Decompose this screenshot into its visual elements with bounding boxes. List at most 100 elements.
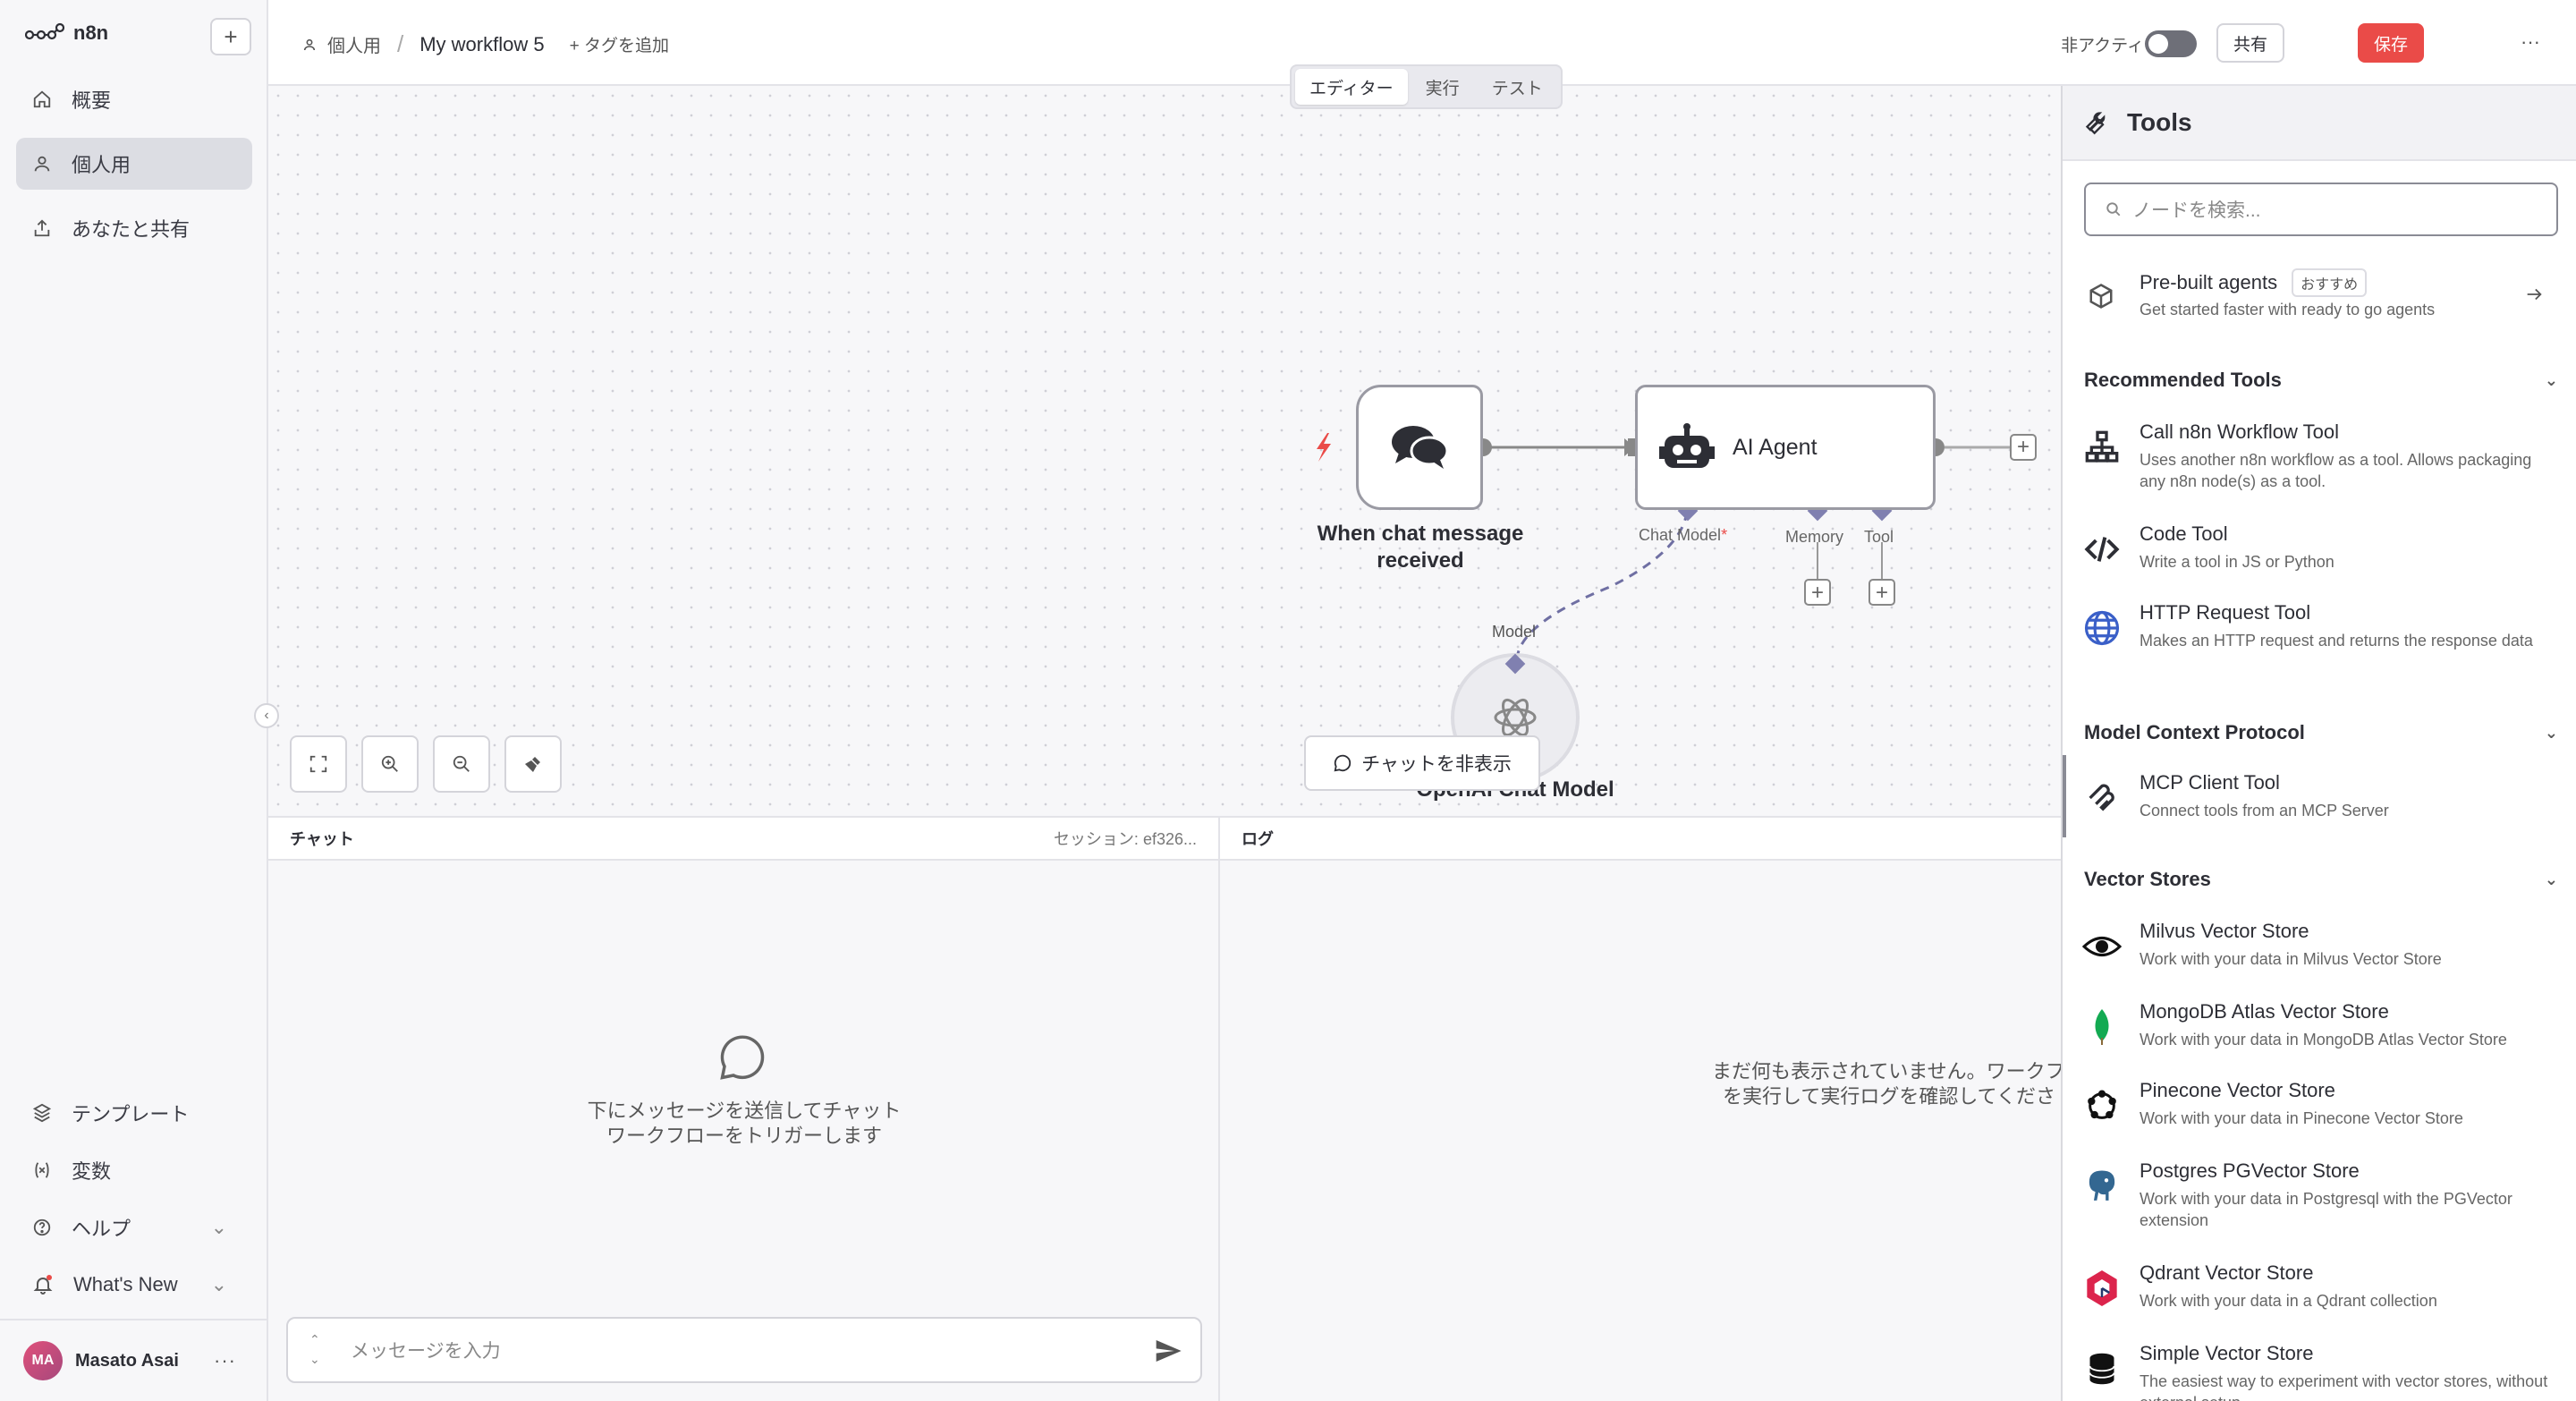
section-mcp[interactable]: Model Context Protocol ⌄ [2084, 721, 2558, 744]
prebuilt-title: Pre-built agents [2140, 271, 2278, 293]
bell-icon [33, 1275, 53, 1295]
tool-item-code[interactable]: Code Tool Write a tool in JS or Python [2063, 522, 2576, 585]
more-options-icon[interactable]: ··· [2521, 30, 2540, 54]
section-vector-stores[interactable]: Vector Stores ⌄ [2084, 868, 2558, 891]
tool-name: Simple Vector Store [2140, 1342, 2314, 1364]
mcp-icon [2080, 777, 2123, 819]
zoom-out-button[interactable] [433, 735, 490, 793]
tool-name: MongoDB Atlas Vector Store [2140, 1000, 2389, 1023]
port-label-memory: Memory [1785, 528, 1844, 546]
tool-item-milvus[interactable]: Milvus Vector Store Work with your data … [2063, 920, 2576, 982]
breadcrumb-project[interactable]: 個人用 [327, 31, 381, 57]
chevron-down-icon: ⌄ [2544, 723, 2558, 742]
tool-item-call-workflow[interactable]: Call n8n Workflow Tool Uses another n8n … [2063, 420, 2576, 492]
zoom-in-button[interactable] [361, 735, 419, 793]
tool-item-http-request[interactable]: HTTP Request Tool Makes an HTTP request … [2063, 601, 2576, 673]
pinecone-icon [2080, 1084, 2123, 1127]
home-icon [33, 90, 51, 108]
user-menu-dots-icon[interactable]: ··· [214, 1349, 236, 1372]
sidebar-item-label: 変数 [72, 1160, 112, 1183]
workflow-canvas[interactable]: + + + When chat message received AI Agen… [268, 86, 2061, 816]
tool-item-mcp-client[interactable]: MCP Client Tool Connect tools from an MC… [2063, 771, 2576, 834]
tool-item-postgres[interactable]: Postgres PGVector Store Work with your d… [2063, 1159, 2576, 1231]
chevron-down-icon: ⌄ [210, 1216, 227, 1238]
chat-empty-line2: ワークフローをトリガーします [606, 1125, 882, 1147]
tool-item-simple-vector[interactable]: Simple Vector Store The easiest way to e… [2063, 1342, 2576, 1401]
arrow-right-icon [2527, 288, 2542, 301]
sidebar-item-variables[interactable]: 変数 [16, 1147, 252, 1193]
app-logo[interactable]: n8n [25, 21, 108, 45]
history-arrows-icon[interactable]: ⌃ ⌄ [309, 1329, 320, 1369]
section-recommended-tools[interactable]: Recommended Tools ⌄ [2084, 369, 2558, 392]
tab-executions[interactable]: 実行 [1411, 69, 1474, 105]
sidebar-item-personal[interactable]: 個人用 [16, 138, 252, 190]
postgres-icon [2080, 1165, 2123, 1208]
node-search-input[interactable]: ノードを検索... [2084, 183, 2558, 236]
tool-name: Milvus Vector Store [2140, 920, 2309, 942]
sidebar-item-label: 個人用 [72, 154, 131, 176]
tool-name: HTTP Request Tool [2140, 601, 2311, 624]
tool-desc: The easiest way to experiment with vecto… [2140, 1372, 2548, 1401]
n8n-logo-icon [25, 22, 64, 40]
prebuilt-desc: Get started faster with ready to go agen… [2140, 301, 2436, 318]
ai-agent-node[interactable]: AI Agent [1635, 385, 1936, 510]
breadcrumb: 個人用 / My workflow 5 + タグを追加 [302, 30, 669, 58]
tool-desc: Work with your data in Milvus Vector Sto… [2140, 950, 2442, 968]
robot-icon [1659, 423, 1715, 468]
svg-text:+: + [2017, 435, 2029, 459]
sidebar-item-templates[interactable]: テンプレート [16, 1090, 252, 1136]
chat-trigger-node[interactable] [1356, 385, 1483, 510]
trigger-node-label: When chat message received [1297, 521, 1544, 574]
trigger-bolt-icon [1317, 433, 1331, 462]
new-workflow-button[interactable]: + [210, 18, 251, 55]
save-button[interactable]: 保存 [2358, 23, 2424, 63]
required-marker: * [1721, 526, 1728, 544]
log-empty-line2: を実行して実行ログを確認してくださ [1723, 1085, 2056, 1108]
port-label-chat-model: Chat Model* [1639, 526, 1727, 545]
prebuilt-title-row: Pre-built agents おすすめ [2140, 268, 2368, 297]
user-icon [303, 38, 316, 50]
add-tag-button[interactable]: + タグを追加 [570, 32, 669, 56]
tool-item-qdrant[interactable]: Qdrant Vector Store Work with your data … [2063, 1261, 2576, 1324]
sidebar-item-overview[interactable]: 概要 [16, 73, 252, 125]
sidebar-item-help[interactable]: ヘルプ ⌄ [16, 1204, 252, 1251]
svg-text:+: + [1876, 581, 1888, 605]
user-menu[interactable]: MA Masato Asai ··· [0, 1319, 268, 1401]
sidebar-item-shared[interactable]: あなたと共有 [16, 202, 252, 254]
search-icon [2106, 202, 2121, 217]
milvus-icon [2080, 925, 2123, 968]
tidy-up-button[interactable] [504, 735, 562, 793]
chat-input-placeholder: メッセージを入力 [351, 1341, 501, 1362]
tab-tests[interactable]: テスト [1478, 69, 1557, 105]
section-title: Recommended Tools [2084, 369, 2282, 391]
chat-empty-text: 下にメッセージを送信してチャット ワークフローをトリガーします [268, 1099, 1220, 1149]
chat-empty-line1: 下にメッセージを送信してチャット [587, 1100, 902, 1122]
tool-item-pinecone[interactable]: Pinecone Vector Store Work with your dat… [2063, 1079, 2576, 1142]
svg-text:+: + [1811, 581, 1824, 605]
chat-message-input[interactable]: ⌃ ⌄ メッセージを入力 [286, 1317, 1202, 1383]
tool-item-mongodb[interactable]: MongoDB Atlas Vector Store Work with you… [2063, 1000, 2576, 1063]
tool-desc: Work with your data in MongoDB Atlas Vec… [2140, 1031, 2507, 1049]
tool-desc: Write a tool in JS or Python [2140, 553, 2334, 571]
tool-desc: Work with your data in Pinecone Vector S… [2140, 1109, 2463, 1127]
tab-editor[interactable]: エディター [1295, 69, 1408, 105]
log-panel-title: ログ [1241, 830, 1274, 848]
sidebar-item-label: ヘルプ [72, 1218, 131, 1240]
active-toggle[interactable] [2145, 30, 2197, 57]
send-icon[interactable] [1152, 1337, 1184, 1365]
session-id[interactable]: セッション: ef326... [1054, 827, 1197, 850]
sidebar-item-label: テンプレート [72, 1103, 190, 1125]
app-name: n8n [73, 21, 109, 44]
hide-chat-button[interactable]: チャットを非表示 [1304, 735, 1540, 791]
zoom-out-icon [453, 755, 470, 772]
sidebar-item-whats-new[interactable]: What's New ⌄ [16, 1261, 252, 1308]
collapse-sidebar-button[interactable]: ‹ [254, 703, 279, 728]
workflow-name[interactable]: My workflow 5 [419, 33, 544, 56]
share-button[interactable]: 共有 [2216, 23, 2284, 63]
fit-view-button[interactable] [290, 735, 347, 793]
node-creator-panel: Tools ノードを検索... Pre-built agents おすすめ Ge… [2061, 86, 2576, 1401]
chevron-down-icon: ⌄ [2544, 370, 2558, 389]
broom-icon [525, 757, 540, 772]
prebuilt-agents-item[interactable]: Pre-built agents おすすめ Get started faster… [2063, 261, 2576, 333]
variables-icon [35, 1162, 49, 1178]
